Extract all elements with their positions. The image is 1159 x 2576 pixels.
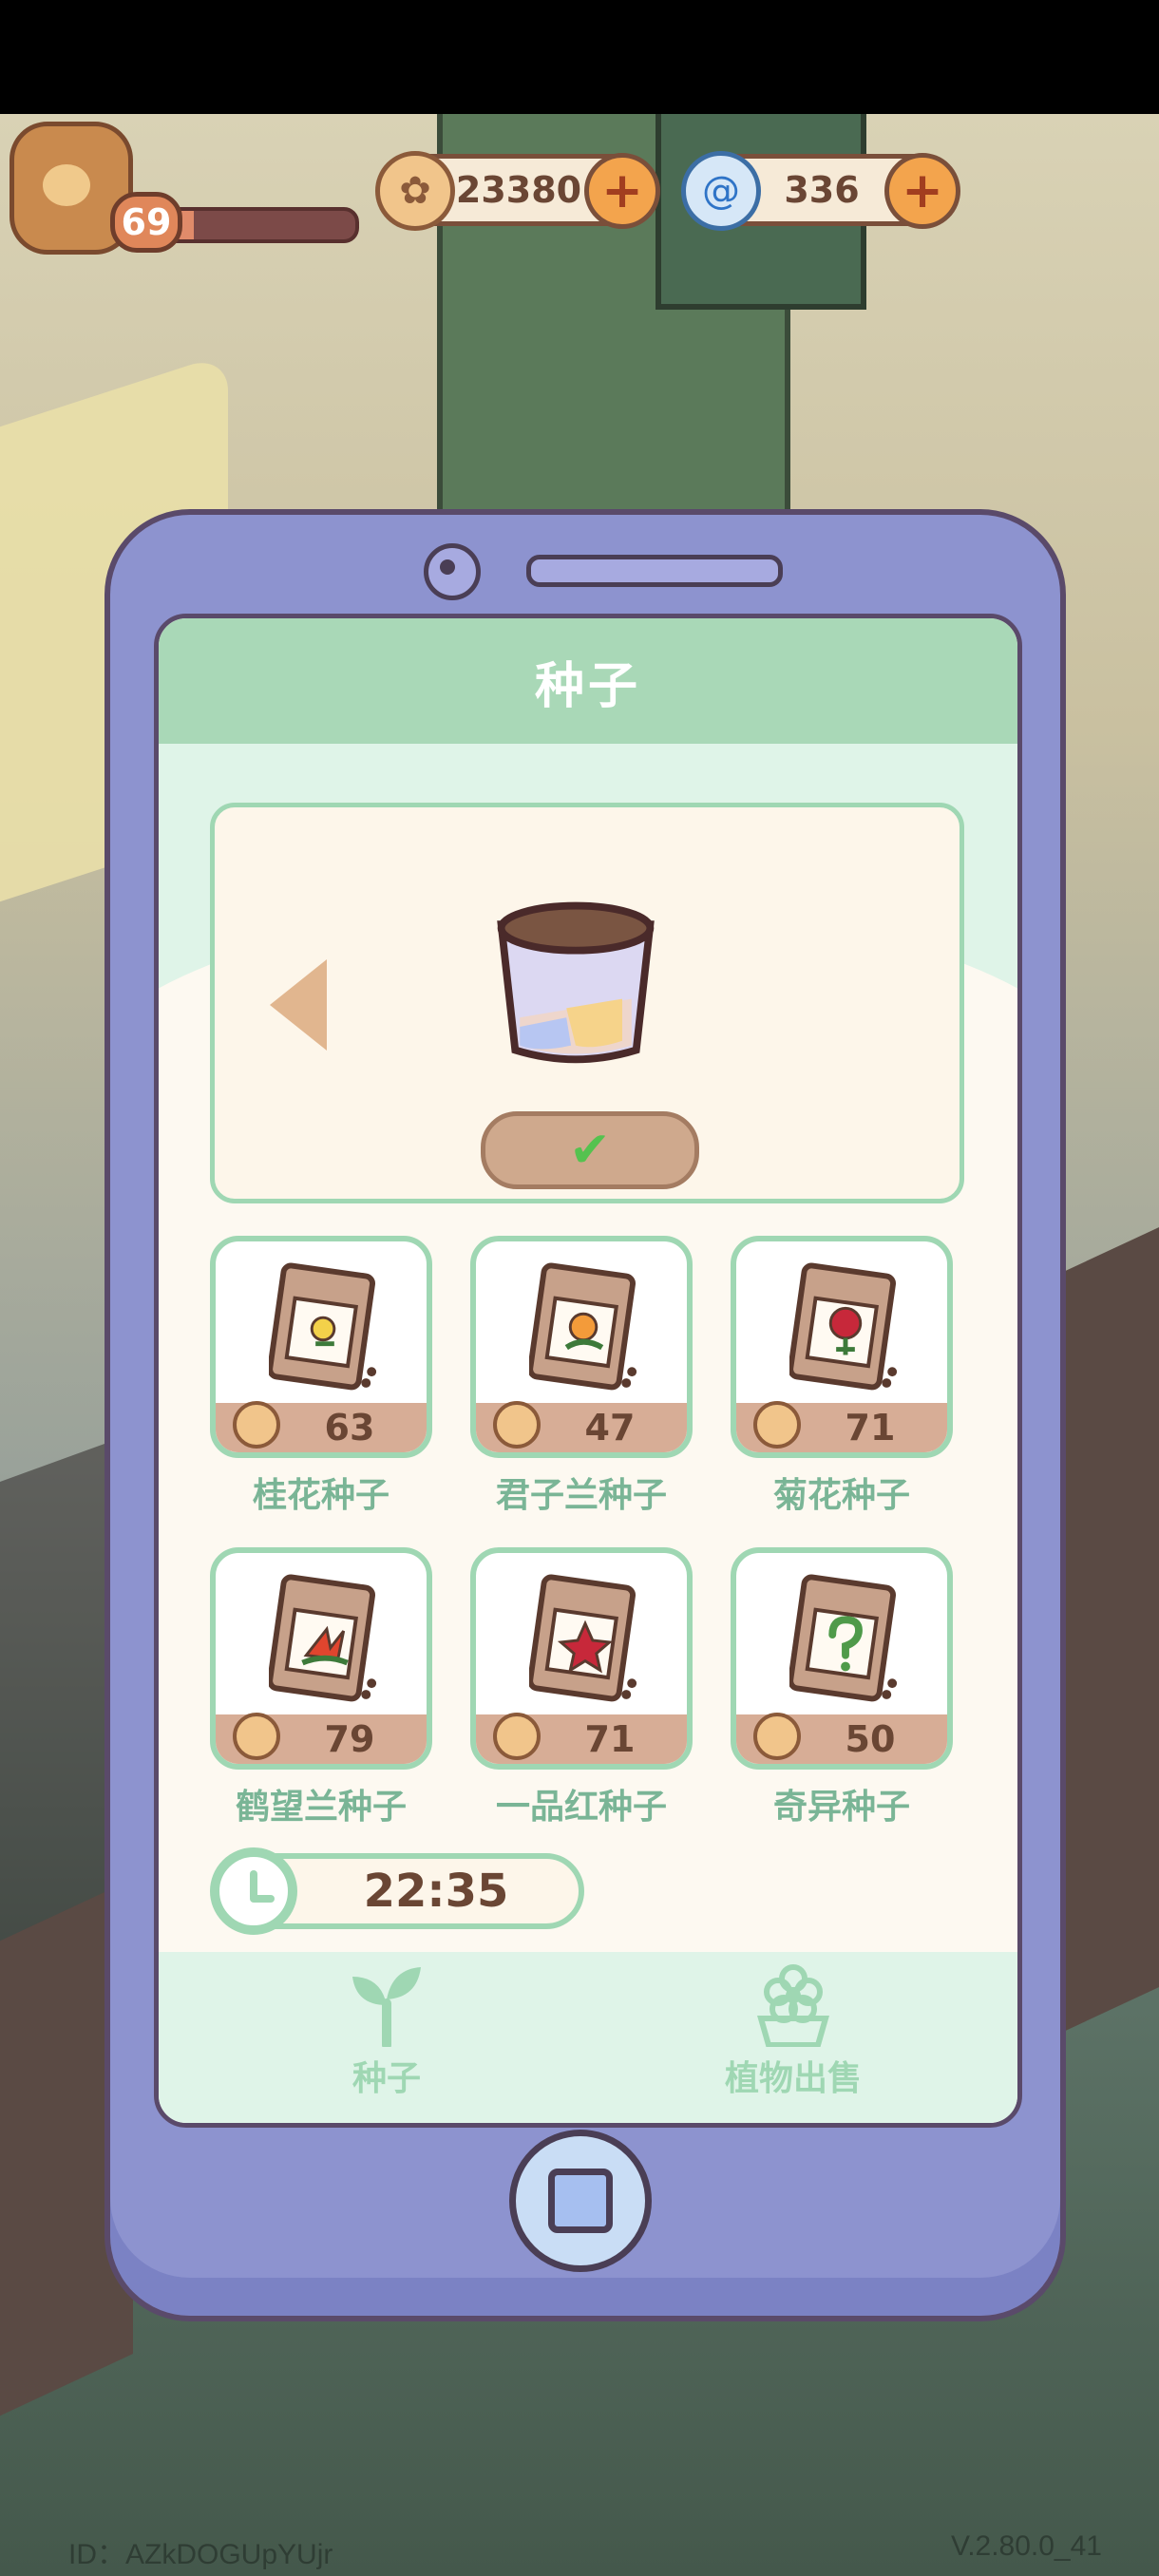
seed-price: 71 xyxy=(584,1718,636,1760)
gem-value: 336 xyxy=(784,169,860,211)
level-progress-bar xyxy=(162,207,359,243)
seed-name: 君子兰种子 xyxy=(495,1476,667,1515)
coin-value: 23380 xyxy=(455,169,582,211)
phone-speaker xyxy=(526,555,783,587)
add-gems-button[interactable]: + xyxy=(884,153,960,229)
seed-name: 奇异种子 xyxy=(772,1788,910,1827)
player-level-badge: 69 xyxy=(110,192,182,253)
phone-frame: 种子 ✔ 63 47 71 桂花种子 君子兰种子 菊花种子 79 71 50 鹤… xyxy=(104,509,1066,2321)
seed-card[interactable]: 63 xyxy=(210,1236,432,1458)
pot-icon xyxy=(497,901,655,1064)
avatar-face xyxy=(43,164,90,206)
flower-icon xyxy=(757,1964,829,2047)
seed-name: 桂花种子 xyxy=(252,1476,390,1515)
player-id: ID：AZkDOGUpYUjr xyxy=(68,2539,333,2570)
seed-price: 50 xyxy=(845,1718,896,1760)
tab-seeds[interactable]: 种子 xyxy=(244,1961,529,2113)
seed-packet-icon xyxy=(269,1574,377,1702)
confirm-button[interactable]: ✔ xyxy=(481,1111,699,1189)
check-icon: ✔ xyxy=(569,1122,611,1179)
seed-packet-icon xyxy=(529,1262,637,1391)
gem-counter: @ 336 + xyxy=(681,151,960,231)
refresh-timer: 22:35 xyxy=(210,1847,584,1935)
seed-packet-icon xyxy=(789,1262,898,1391)
phone-camera xyxy=(424,543,481,600)
clock-icon xyxy=(210,1847,297,1935)
seed-card[interactable]: 50 xyxy=(731,1547,953,1770)
coin-counter: ✿ 23380 + xyxy=(375,151,660,231)
status-bar xyxy=(0,0,1159,114)
timer-value: 22:35 xyxy=(363,1865,509,1918)
seed-name: 一品红种子 xyxy=(495,1788,667,1827)
coin-icon xyxy=(753,1713,801,1760)
coin-icon: ✿ xyxy=(375,151,455,231)
seed-price: 79 xyxy=(324,1718,375,1760)
seed-packet-icon xyxy=(789,1574,898,1702)
bottom-tab-bar: 种子 植物出售 xyxy=(159,1952,1017,2123)
seed-card[interactable]: 47 xyxy=(470,1236,693,1458)
tab-label: 植物出售 xyxy=(724,2059,862,2098)
seed-shop-screen: 种子 ✔ 63 47 71 桂花种子 君子兰种子 菊花种子 79 71 50 鹤… xyxy=(154,614,1022,2128)
version-label: V.2.80.0_41 xyxy=(950,2530,1102,2562)
add-coins-button[interactable]: + xyxy=(584,153,660,229)
home-square-icon xyxy=(548,2169,613,2233)
swirl-icon: @ xyxy=(681,151,761,231)
seed-packet-icon xyxy=(529,1574,637,1702)
tab-plant-sale[interactable]: 植物出售 xyxy=(651,1961,936,2113)
seed-card[interactable]: 71 xyxy=(470,1547,693,1770)
seed-packet-icon xyxy=(269,1262,377,1391)
coin-icon xyxy=(493,1401,541,1449)
prev-arrow-icon[interactable] xyxy=(270,959,327,1051)
seed-price: 71 xyxy=(845,1407,896,1449)
coin-icon xyxy=(233,1713,280,1760)
coin-icon xyxy=(753,1401,801,1449)
seed-card[interactable]: 79 xyxy=(210,1547,432,1770)
pot-preview: ✔ xyxy=(210,803,964,1203)
seed-name: 菊花种子 xyxy=(772,1476,910,1515)
seed-price: 47 xyxy=(584,1407,636,1449)
seed-name: 鹤望兰种子 xyxy=(235,1788,407,1827)
sprout-icon xyxy=(352,1967,421,2047)
tab-label: 种子 xyxy=(352,2059,421,2098)
screen-title: 种子 xyxy=(534,657,641,715)
seed-card[interactable]: 71 xyxy=(731,1236,953,1458)
phone-home-button[interactable] xyxy=(509,2130,652,2272)
coin-icon xyxy=(493,1713,541,1760)
seed-price: 63 xyxy=(324,1407,375,1449)
coin-icon xyxy=(233,1401,280,1449)
